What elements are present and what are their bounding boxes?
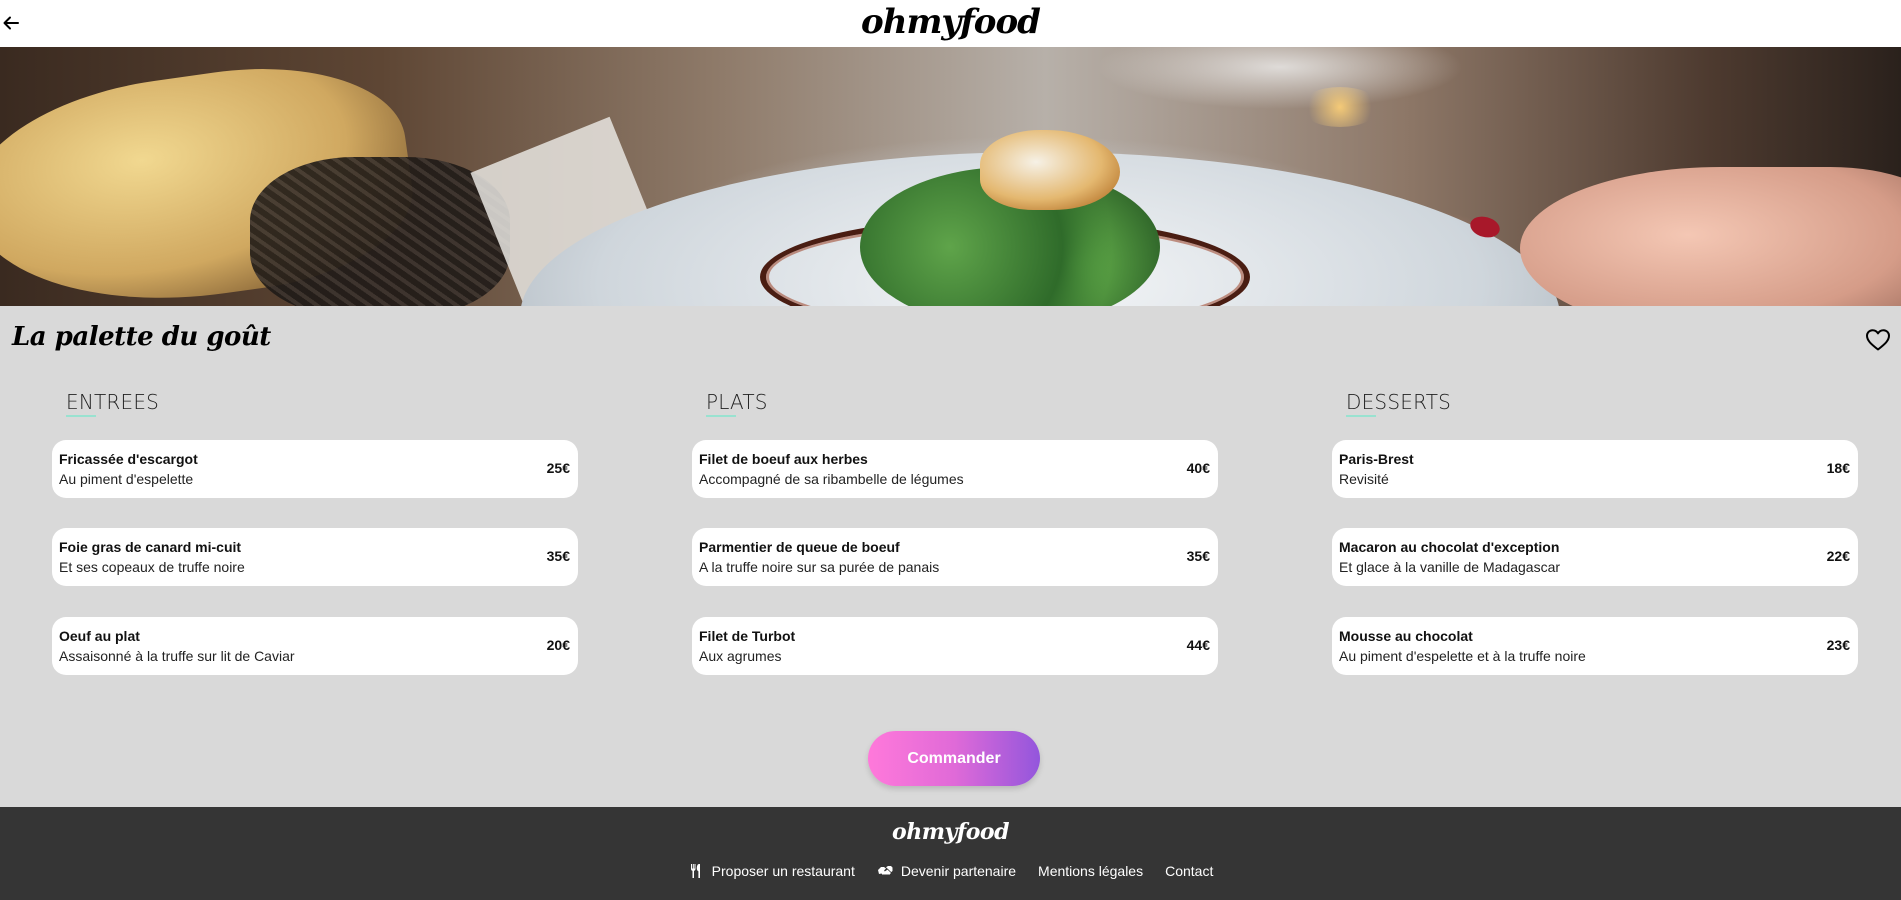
- dish-description: Et ses copeaux de truffe noire: [59, 559, 245, 575]
- dish-price: 22€: [1826, 548, 1850, 564]
- header: ohmyfood: [0, 0, 1901, 47]
- heading-underline: [706, 415, 736, 417]
- dish-name: Filet de Turbot: [699, 628, 796, 644]
- hero-basket: [250, 157, 510, 306]
- footer-link-become-partner[interactable]: Devenir partenaire: [877, 863, 1016, 879]
- dish-description: Au piment d'espelette: [59, 471, 194, 487]
- dish-price: 25€: [546, 460, 570, 476]
- dish-name: Foie gras de canard mi-cuit: [59, 539, 242, 555]
- section-heading-label: PLATS: [706, 390, 768, 414]
- utensils-icon: [690, 864, 700, 878]
- dish-description: A la truffe noire sur sa purée de panais: [699, 559, 940, 575]
- site-logo[interactable]: ohmyfood: [0, 2, 1901, 42]
- footer-link-label: Devenir partenaire: [900, 863, 1017, 879]
- section-heading-label: ENTREES: [66, 390, 160, 414]
- dish-description: Accompagné de sa ribambelle de légumes: [699, 471, 964, 487]
- section-heading-label: DESSERTS: [1346, 390, 1452, 414]
- section-heading: PLATS: [706, 390, 1218, 417]
- dish-price: 18€: [1826, 460, 1850, 476]
- restaurant-title: La palette du goût: [12, 322, 271, 352]
- section-heading: ENTREES: [66, 390, 578, 417]
- dish-card[interactable]: Macaron au chocolat d'exception Et glace…: [1332, 528, 1858, 586]
- dish-description: Au piment d'espelette et à la truffe noi…: [1339, 648, 1586, 664]
- dish-card[interactable]: Mousse au chocolat Au piment d'espelette…: [1332, 617, 1858, 675]
- section-heading: DESSERTS: [1346, 390, 1858, 417]
- dish-price: 20€: [546, 637, 570, 653]
- footer: ohmyfood Proposer un restaurant Devenir …: [0, 807, 1901, 900]
- menu-section-desserts: DESSERTS Paris-Brest Revisité 18€ Macaro…: [1332, 390, 1858, 675]
- menu-section-entrees: ENTREES Fricassée d'escargot Au piment d…: [52, 390, 578, 675]
- footer-link-contact[interactable]: Contact: [1165, 863, 1213, 879]
- footer-link-legal[interactable]: Mentions légales: [1038, 863, 1143, 879]
- dish-description: Aux agrumes: [699, 648, 782, 664]
- dish-card[interactable]: Foie gras de canard mi-cuit Et ses copea…: [52, 528, 578, 586]
- hero-image: [0, 47, 1901, 306]
- dish-card[interactable]: Fricassée d'escargot Au piment d'espelet…: [52, 440, 578, 498]
- dish-card[interactable]: Filet de Turbot Aux agrumes 44€: [692, 617, 1218, 675]
- dish-card[interactable]: Parmentier de queue de boeuf A la truffe…: [692, 528, 1218, 586]
- dish-name: Paris-Brest: [1339, 451, 1414, 467]
- footer-link-label: Proposer un restaurant: [711, 863, 855, 879]
- footer-link-propose-restaurant[interactable]: Proposer un restaurant: [688, 863, 855, 879]
- dish-price: 35€: [546, 548, 570, 564]
- dish-name: Oeuf au plat: [59, 628, 140, 644]
- footer-link-label: Contact: [1165, 863, 1214, 879]
- dish-name: Fricassée d'escargot: [59, 451, 198, 467]
- hero-fish: [980, 130, 1120, 210]
- dish-name: Parmentier de queue de boeuf: [699, 539, 900, 555]
- footer-nav: Proposer un restaurant Devenir partenair…: [0, 863, 1901, 879]
- heading-underline: [1346, 415, 1376, 417]
- footer-link-label: Mentions légales: [1038, 863, 1144, 879]
- dish-name: Macaron au chocolat d'exception: [1339, 539, 1560, 555]
- dish-name: Filet de boeuf aux herbes: [699, 451, 868, 467]
- footer-logo[interactable]: ohmyfood: [0, 819, 1901, 845]
- dish-card[interactable]: Filet de boeuf aux herbes Accompagné de …: [692, 440, 1218, 498]
- hero-candle-glow: [1300, 87, 1380, 127]
- dish-price: 40€: [1186, 460, 1210, 476]
- menu-section-plats: PLATS Filet de boeuf aux herbes Accompag…: [692, 390, 1218, 675]
- heart-outline-icon[interactable]: [1865, 328, 1891, 352]
- dish-card[interactable]: Paris-Brest Revisité 18€: [1332, 440, 1858, 498]
- dish-card[interactable]: Oeuf au plat Assaisonné à la truffe sur …: [52, 617, 578, 675]
- dish-description: Assaisonné à la truffe sur lit de Caviar: [59, 648, 295, 664]
- dish-description: Et glace à la vanille de Madagascar: [1339, 559, 1561, 575]
- dish-price: 44€: [1186, 637, 1210, 653]
- dish-price: 35€: [1186, 548, 1210, 564]
- hero-hand: [1520, 167, 1901, 306]
- handshake-icon: [877, 866, 893, 875]
- dish-price: 23€: [1826, 637, 1850, 653]
- order-button[interactable]: Commander: [868, 731, 1040, 786]
- dish-name: Mousse au chocolat: [1339, 628, 1473, 644]
- dish-description: Revisité: [1339, 471, 1389, 487]
- heading-underline: [66, 415, 96, 417]
